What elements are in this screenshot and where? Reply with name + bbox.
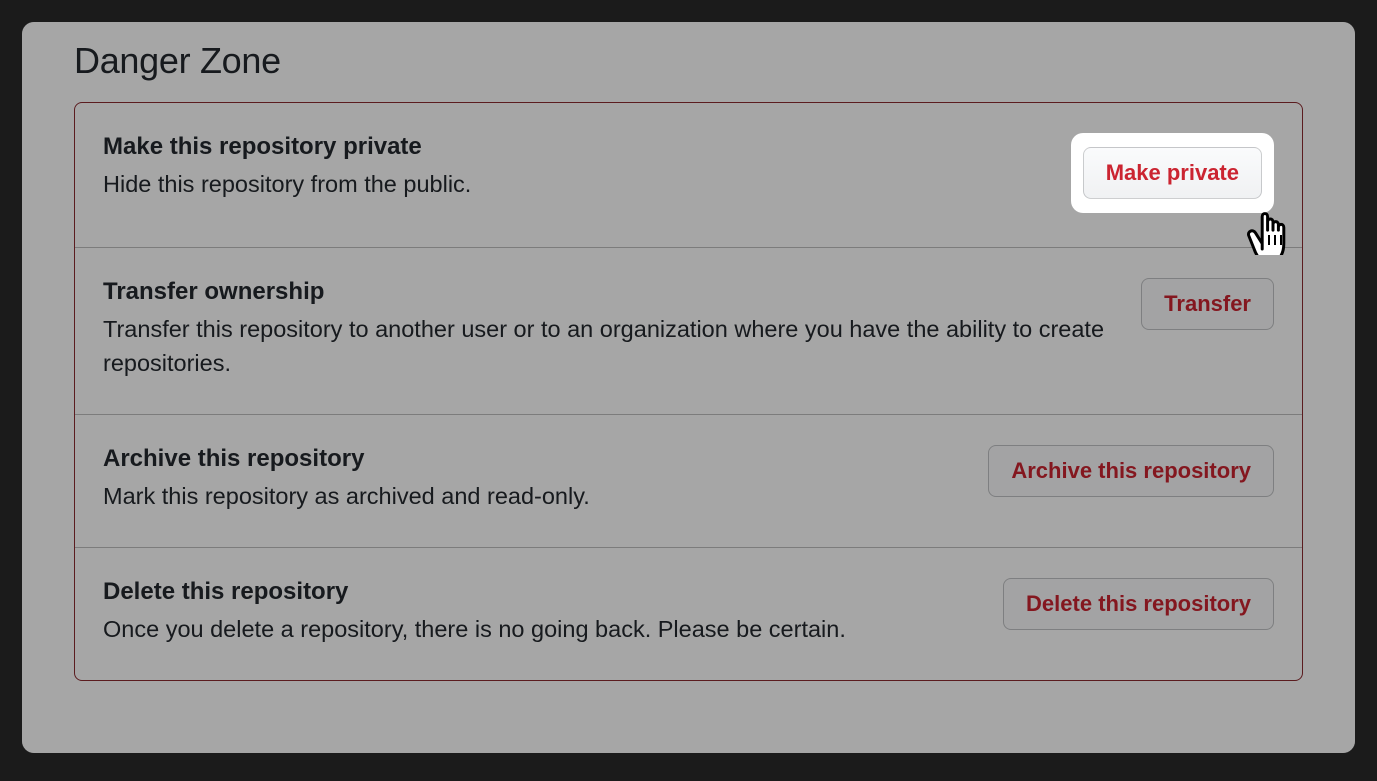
row-transfer: Transfer ownership Transfer this reposit… <box>75 247 1302 414</box>
row-text: Transfer ownership Transfer this reposit… <box>103 278 1121 380</box>
row-desc: Mark this repository as archived and rea… <box>103 479 968 513</box>
danger-zone-panel: Danger Zone Make this repository private… <box>22 22 1355 753</box>
row-desc: Transfer this repository to another user… <box>103 312 1121 380</box>
row-desc: Once you delete a repository, there is n… <box>103 612 983 646</box>
row-delete: Delete this repository Once you delete a… <box>75 547 1302 680</box>
row-make-private: Make this repository private Hide this r… <box>75 103 1302 247</box>
row-title: Transfer ownership <box>103 278 1121 306</box>
highlight-region: Make private <box>1071 133 1274 213</box>
row-text: Archive this repository Mark this reposi… <box>103 445 968 513</box>
delete-button[interactable]: Delete this repository <box>1003 578 1274 630</box>
make-private-button[interactable]: Make private <box>1083 147 1262 199</box>
highlight-wrap: Make private <box>1071 133 1274 213</box>
row-title: Make this repository private <box>103 133 1051 161</box>
row-title: Archive this repository <box>103 445 968 473</box>
row-text: Make this repository private Hide this r… <box>103 133 1051 201</box>
archive-button[interactable]: Archive this repository <box>988 445 1274 497</box>
section-title: Danger Zone <box>74 40 1303 82</box>
row-text: Delete this repository Once you delete a… <box>103 578 983 646</box>
row-title: Delete this repository <box>103 578 983 606</box>
transfer-button[interactable]: Transfer <box>1141 278 1274 330</box>
danger-zone-box: Make this repository private Hide this r… <box>74 102 1303 681</box>
row-archive: Archive this repository Mark this reposi… <box>75 414 1302 547</box>
row-desc: Hide this repository from the public. <box>103 167 1051 201</box>
